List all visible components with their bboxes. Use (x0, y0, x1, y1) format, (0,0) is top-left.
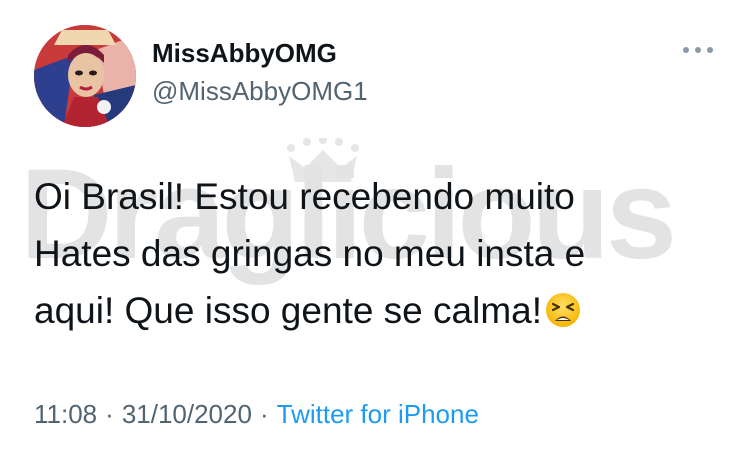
tweet-line-last: aqui! Que isso gente se calma! (34, 282, 694, 339)
tweet-line: Hates das gringas no meu insta e (34, 233, 586, 274)
tweet-line: aqui! Que isso gente se calma! (34, 290, 543, 331)
meta-separator: · (259, 399, 269, 429)
tweet-date[interactable]: 31/10/2020 (122, 399, 252, 429)
meta-separator: · (105, 399, 114, 429)
profile-photo-icon (34, 25, 136, 127)
user-info[interactable]: MissAbbyOMG @MissAbbyOMG1 (152, 38, 368, 106)
tweet-meta: 11:08 · 31/10/2020 · Twitter for iPhone (34, 398, 479, 430)
tweet-source-link[interactable]: Twitter for iPhone (277, 399, 479, 429)
tired-face-emoji-icon (546, 293, 581, 327)
tweet-text: Oi Brasil! Estou recebendo muito Hates d… (34, 168, 694, 339)
display-name[interactable]: MissAbbyOMG (152, 38, 368, 68)
more-options-icon[interactable] (680, 38, 716, 62)
avatar[interactable] (34, 25, 136, 127)
user-handle[interactable]: @MissAbbyOMG1 (152, 76, 368, 106)
tweet-time[interactable]: 11:08 (34, 399, 97, 429)
tweet-card: Draglicious MissAbbyOMG @MissAbbyOMG1 Oi… (0, 0, 750, 456)
tweet-line: Oi Brasil! Estou recebendo muito (34, 176, 575, 217)
